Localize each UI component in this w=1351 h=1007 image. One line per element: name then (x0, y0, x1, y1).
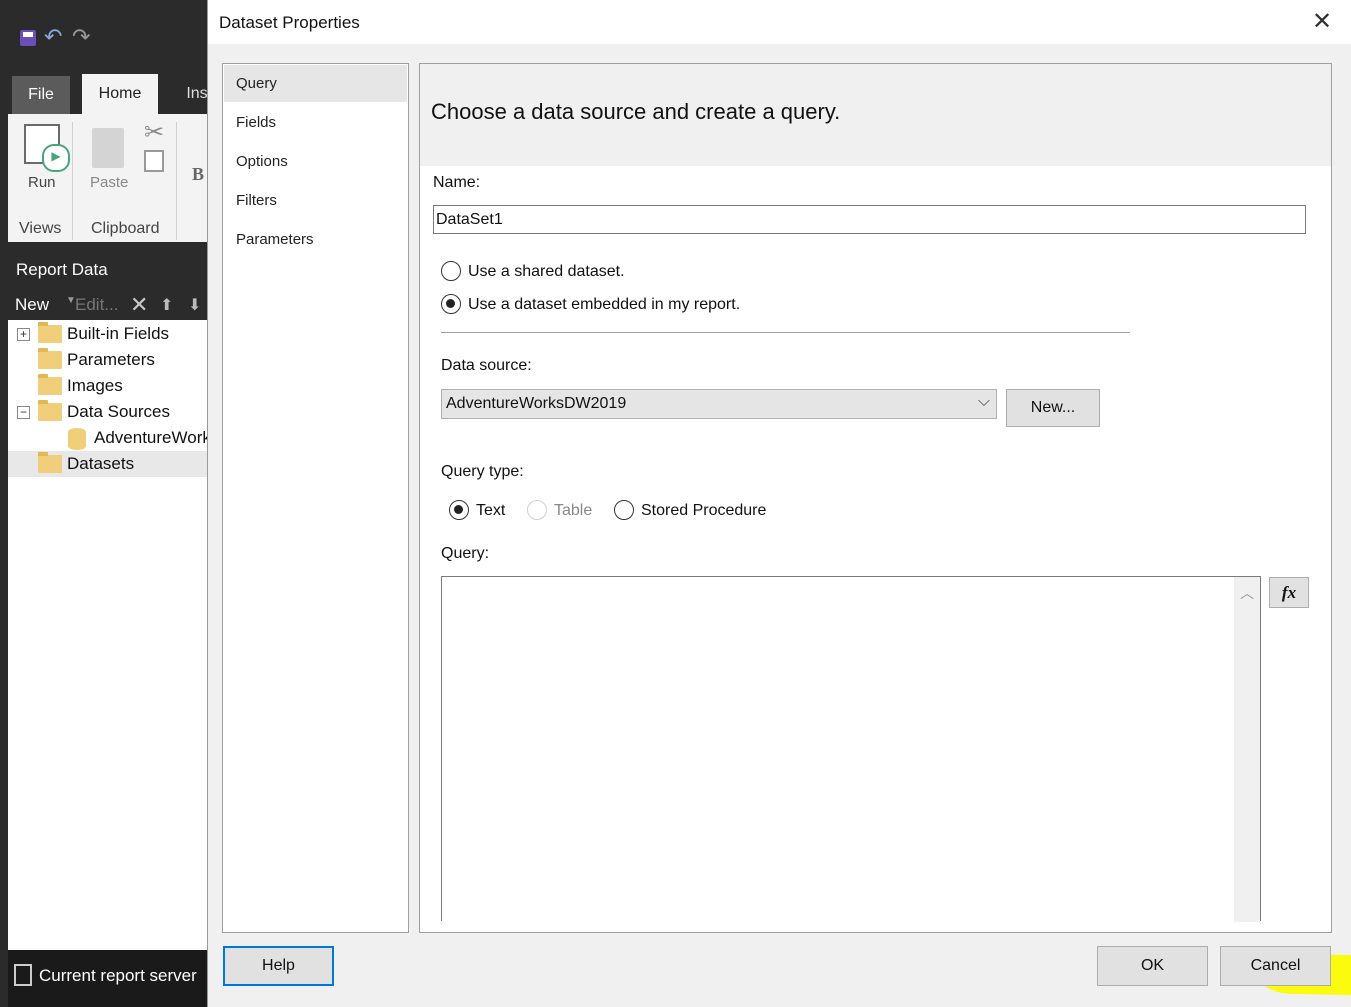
query-type-text-label[interactable]: Text (476, 502, 505, 520)
name-label: Name: (433, 174, 481, 191)
name-input[interactable] (433, 205, 1306, 234)
query-scrollbar[interactable]: ︿ (1234, 577, 1260, 922)
ribbon-home: Run Paste ✂ B Views Clipboard (8, 114, 210, 242)
tree-item-label: Datasets (67, 454, 135, 473)
dialog-title: Dataset Properties (219, 13, 360, 32)
report-data-toolbar: New ▼ Edit... ✕ ⬆ ⬇ (8, 290, 210, 320)
run-button-label[interactable]: Run (28, 174, 56, 191)
tree-item-label: Images (67, 376, 123, 395)
query-label: Query: (441, 545, 490, 562)
folder-open-icon (38, 400, 62, 421)
move-down-icon[interactable]: ⬇ (188, 295, 201, 315)
cut-icon[interactable]: ✂ (144, 118, 164, 147)
tree-item-data-source[interactable]: AdventureWorksDW2019 (8, 425, 210, 451)
query-textarea[interactable]: ︿ (441, 576, 1261, 922)
nav-item-filters[interactable]: Filters (224, 182, 407, 219)
close-icon[interactable]: ✕ (1302, 6, 1342, 38)
report-data-title: Report Data (8, 252, 210, 288)
query-type-stored-procedure-radio[interactable] (614, 500, 634, 520)
folder-icon (38, 374, 62, 395)
copy-icon[interactable] (144, 150, 164, 172)
group-label-clipboard: Clipboard (91, 220, 160, 237)
query-type-label: Query type: (441, 463, 524, 480)
data-source-value: AdventureWorksDW2019 (446, 395, 627, 412)
redo-icon[interactable]: ↷ (72, 24, 90, 50)
folder-icon (38, 348, 62, 369)
divider (441, 332, 1130, 333)
move-up-icon[interactable]: ⬆ (160, 295, 173, 315)
paste-button-label[interactable]: Paste (90, 174, 128, 191)
tree-item-data-sources[interactable]: − Data Sources (8, 399, 210, 425)
edit-button[interactable]: Edit... (75, 295, 118, 315)
query-page: Choose a data source and create a query.… (419, 63, 1351, 999)
shared-dataset-radio[interactable] (441, 261, 461, 281)
tree-item-label: Parameters (67, 350, 155, 369)
tree-item-built-in-fields[interactable]: + Built-in Fields (8, 321, 210, 347)
nav-item-query[interactable]: Query (224, 65, 407, 102)
tree-item-datasets[interactable]: Datasets (8, 451, 210, 477)
status-bar: Current report server (8, 950, 210, 1007)
scroll-up-icon[interactable]: ︿ (1240, 583, 1254, 603)
tab-home[interactable]: Home (82, 74, 158, 114)
status-text: Current report server (39, 966, 197, 985)
tree-item-label: Built-in Fields (67, 324, 170, 343)
folder-icon (38, 322, 62, 343)
page-title: Choose a data source and create a query. (431, 99, 841, 124)
cancel-button[interactable]: Cancel (1220, 946, 1331, 986)
database-icon (68, 428, 86, 450)
ok-button[interactable]: OK (1097, 946, 1208, 986)
dialog-titlebar: Dataset Properties ✕ (208, 0, 1351, 44)
nav-item-options[interactable]: Options (224, 143, 407, 180)
folder-icon (38, 452, 62, 473)
bold-button[interactable]: B (192, 164, 204, 185)
save-icon[interactable] (20, 30, 36, 46)
expression-button[interactable]: fx (1269, 577, 1309, 608)
nav-item-parameters[interactable]: Parameters (224, 221, 407, 258)
tab-file[interactable]: File (12, 76, 70, 114)
ribbon-tabs: File Home Ins (0, 74, 210, 114)
run-icon[interactable] (24, 124, 70, 172)
report-data-tree: + Built-in Fields Parameters Images − Da… (8, 320, 210, 950)
embedded-dataset-label[interactable]: Use a dataset embedded in my report. (468, 296, 740, 314)
quick-access-toolbar: ↶ ↷ (0, 18, 210, 74)
query-type-table-radio (527, 500, 547, 520)
group-label-views: Views (19, 220, 62, 237)
tab-insert[interactable]: Ins (172, 74, 210, 114)
query-type-table-label: Table (554, 502, 593, 519)
report-builder-window: ↶ ↷ File Home Ins Run Paste ✂ B Views Cl… (0, 0, 210, 1007)
help-button[interactable]: Help (223, 946, 334, 986)
shared-dataset-label[interactable]: Use a shared dataset. (468, 263, 625, 281)
page-header: Choose a data source and create a query. (420, 64, 1331, 166)
tree-item-images[interactable]: Images (8, 373, 210, 399)
new-data-source-button[interactable]: New... (1006, 389, 1100, 427)
undo-icon[interactable]: ↶ (44, 24, 62, 50)
data-source-select[interactable]: AdventureWorksDW2019 ⌵ (441, 389, 997, 419)
embedded-dataset-radio[interactable] (441, 294, 461, 314)
query-type-stored-procedure-label[interactable]: Stored Procedure (641, 502, 766, 520)
new-menu-button[interactable]: New (15, 295, 49, 315)
report-server-icon (14, 964, 32, 986)
expand-icon[interactable]: + (17, 328, 30, 341)
dialog-nav: Query Fields Options Filters Parameters (222, 63, 409, 933)
paste-icon[interactable] (92, 128, 124, 168)
ribbon-separator (72, 122, 73, 240)
delete-icon[interactable]: ✕ (130, 292, 148, 318)
tree-item-parameters[interactable]: Parameters (8, 347, 210, 373)
dataset-properties-dialog: Dataset Properties ✕ Query Fields Option… (207, 0, 1351, 1007)
collapse-icon[interactable]: − (17, 406, 30, 419)
ribbon-separator (176, 122, 177, 240)
tree-item-label: AdventureWorksDW2019 (94, 428, 210, 447)
nav-item-fields[interactable]: Fields (224, 104, 407, 141)
query-type-text-radio[interactable] (449, 500, 469, 520)
data-source-label: Data source: (441, 357, 532, 374)
chevron-down-icon[interactable]: ⌵ (978, 393, 990, 411)
tree-item-label: Data Sources (67, 402, 170, 421)
